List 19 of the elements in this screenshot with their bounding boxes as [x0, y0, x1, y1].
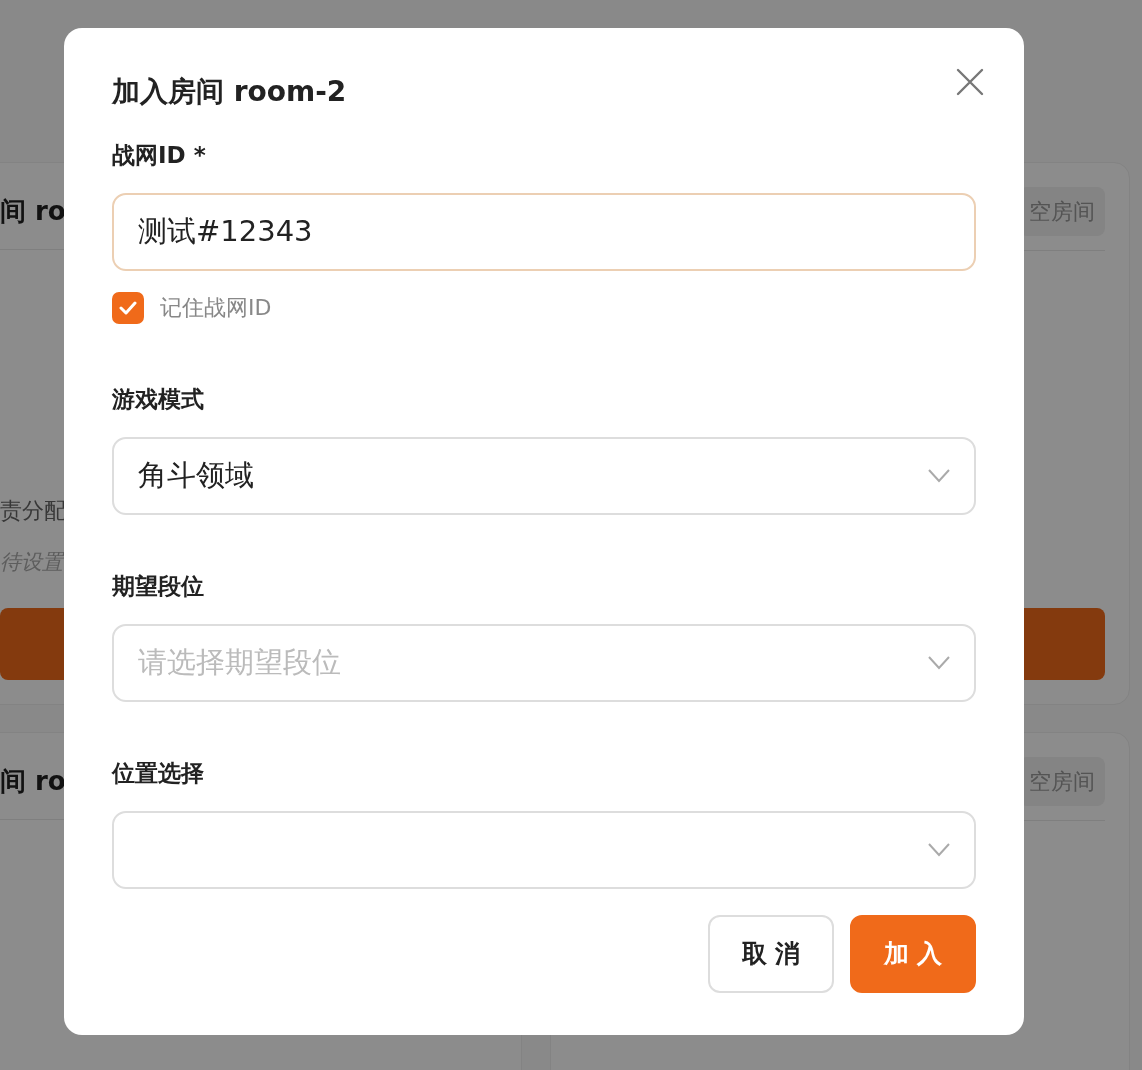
checkbox[interactable] — [112, 291, 144, 324]
input-field[interactable]: 测试#12343 — [112, 193, 976, 271]
close-icon[interactable] — [956, 68, 984, 96]
select-field[interactable] — [112, 811, 976, 889]
field-label: 位置选择 — [112, 759, 205, 788]
role-label: 责分配 — [0, 496, 66, 525]
dialog-title: 加入房间 room-2 — [112, 74, 347, 110]
room-title: 间 ro — [0, 195, 66, 228]
cancel-button[interactable]: 取 消 — [708, 915, 834, 993]
chevron-down-icon — [928, 469, 950, 483]
field-label: 期望段位 — [112, 572, 205, 601]
room-title: 间 ro — [0, 765, 66, 798]
select-field[interactable]: 角斗领域 — [112, 437, 976, 515]
field-label: 战网ID * — [112, 141, 207, 170]
checkmark-icon — [119, 300, 137, 315]
checkbox-label: 记住战网ID — [160, 294, 272, 322]
field-label: 游戏模式 — [112, 385, 205, 414]
chevron-down-icon — [928, 843, 950, 857]
chevron-down-icon — [928, 656, 950, 670]
